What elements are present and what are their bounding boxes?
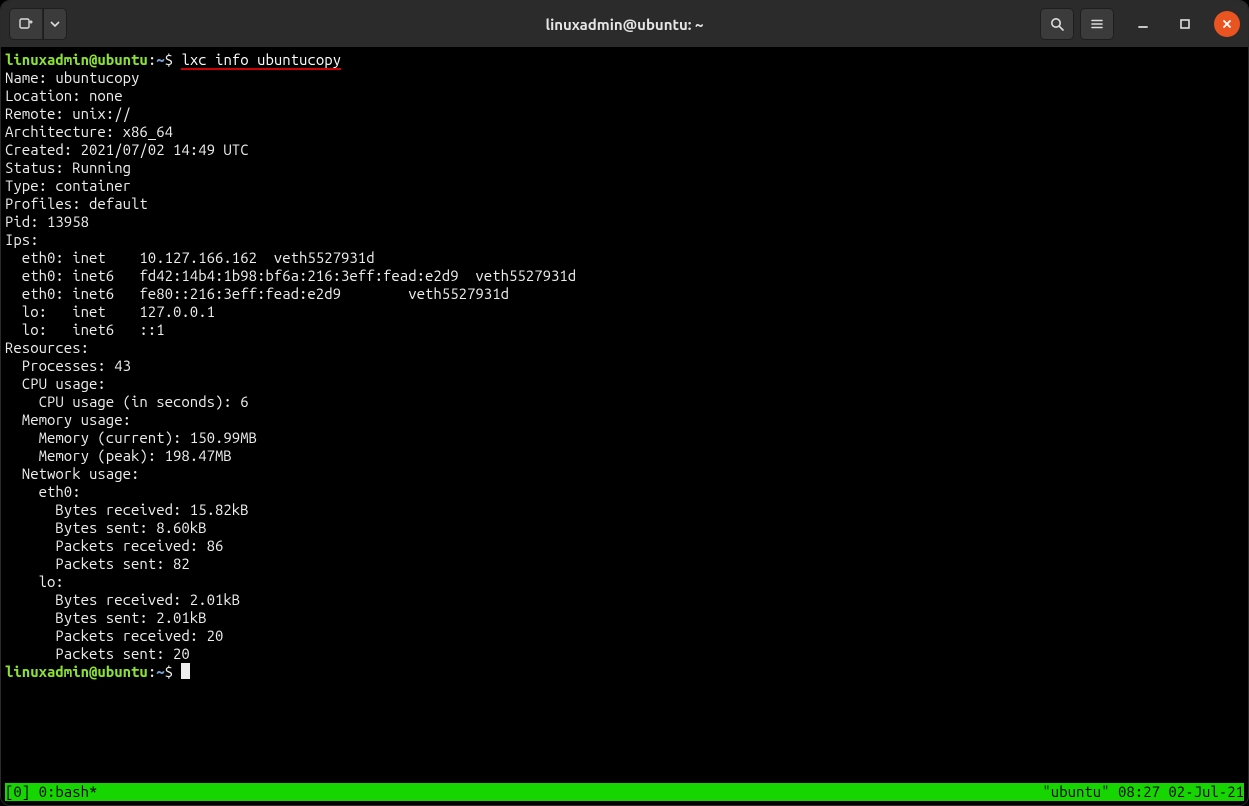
output-line: Created: 2021/07/02 14:49 UTC — [5, 141, 249, 158]
new-tab-dropdown[interactable] — [43, 8, 67, 40]
maximize-button[interactable] — [1172, 11, 1198, 37]
output-ips-header: Ips: — [5, 231, 39, 248]
prompt-sep: : — [148, 663, 156, 680]
prompt-symbol: $ — [165, 51, 173, 68]
output-line: Bytes received: 15.82kB — [5, 501, 249, 518]
command-text: lxc info ubuntucopy — [181, 51, 341, 68]
hamburger-icon — [1089, 16, 1105, 32]
output-line: Packets sent: 82 — [5, 555, 190, 572]
output-line: eth0: inet6 fe80::216:3eff:fead:e2d9 vet… — [5, 285, 509, 302]
prompt-line-2: linuxadmin@ubuntu:~$ — [5, 663, 190, 680]
prompt-user-host: linuxadmin@ubuntu — [5, 51, 148, 68]
output-line: lo: — [5, 573, 64, 590]
output-line: Bytes sent: 8.60kB — [5, 519, 207, 536]
output-line: Status: Running — [5, 159, 131, 176]
chevron-down-icon — [50, 19, 60, 29]
output-line: Type: container — [5, 177, 131, 194]
tmux-statusbar: [0] 0:bash* "ubuntu" 08:27 02-Jul-21 — [5, 783, 1244, 801]
output-line: Remote: unix:// — [5, 105, 131, 122]
output-line: lo: inet 127.0.0.1 — [5, 303, 215, 320]
output-line: Packets received: 86 — [5, 537, 223, 554]
cursor — [181, 663, 190, 679]
prompt-path: ~ — [156, 51, 164, 68]
prompt-sep: : — [148, 51, 156, 68]
output-line: eth0: — [5, 483, 81, 500]
prompt-user-host: linuxadmin@ubuntu — [5, 663, 148, 680]
statusbar-left: [0] 0:bash* — [5, 783, 97, 801]
terminal-body[interactable]: linuxadmin@ubuntu:~$ lxc info ubuntucopy… — [1, 47, 1248, 805]
output-line: Bytes received: 2.01kB — [5, 591, 240, 608]
titlebar-left-group — [9, 8, 67, 40]
statusbar-right: "ubuntu" 08:27 02-Jul-21 — [1042, 783, 1244, 801]
output-line: Processes: 43 — [5, 357, 131, 374]
output-line: Memory (current): 150.99MB — [5, 429, 257, 446]
new-tab-icon — [18, 16, 34, 32]
close-icon — [1221, 18, 1233, 30]
output-line: Packets sent: 20 — [5, 645, 190, 662]
minimize-button[interactable] — [1130, 11, 1156, 37]
output-line: eth0: inet6 fd42:14b4:1b98:bf6a:216:3eff… — [5, 267, 576, 284]
prompt-line-1: linuxadmin@ubuntu:~$ lxc info ubuntucopy — [5, 51, 341, 68]
output-line: Location: none — [5, 87, 123, 104]
output-line: Bytes sent: 2.01kB — [5, 609, 207, 626]
output-line: Architecture: x86_64 — [5, 123, 173, 140]
output-line: Pid: 13958 — [5, 213, 89, 230]
close-button[interactable] — [1214, 11, 1240, 37]
output-line: lo: inet6 ::1 — [5, 321, 165, 338]
output-line: eth0: inet 10.127.166.162 veth5527931d — [5, 249, 375, 266]
output-line: Network usage: — [5, 465, 139, 482]
output-resources-header: Resources: — [5, 339, 89, 356]
prompt-path: ~ — [156, 663, 164, 680]
output-line: Memory usage: — [5, 411, 131, 428]
output-line: Name: ubuntucopy — [5, 69, 139, 86]
titlebar: linuxadmin@ubuntu: ~ — [1, 1, 1248, 48]
prompt-symbol: $ — [165, 663, 173, 680]
hamburger-menu-button[interactable] — [1080, 8, 1114, 40]
search-button[interactable] — [1040, 8, 1074, 40]
minimize-icon — [1137, 18, 1149, 30]
output-line: Memory (peak): 198.47MB — [5, 447, 232, 464]
output-line: Profiles: default — [5, 195, 148, 212]
output-line: CPU usage: — [5, 375, 106, 392]
maximize-icon — [1179, 18, 1191, 30]
terminal-window: linuxadmin@ubuntu: ~ — [0, 0, 1249, 806]
output-line: Packets received: 20 — [5, 627, 223, 644]
new-tab-button[interactable] — [9, 8, 43, 40]
output-line: CPU usage (in seconds): 6 — [5, 393, 249, 410]
search-icon — [1049, 16, 1065, 32]
titlebar-right-group — [1040, 8, 1240, 40]
